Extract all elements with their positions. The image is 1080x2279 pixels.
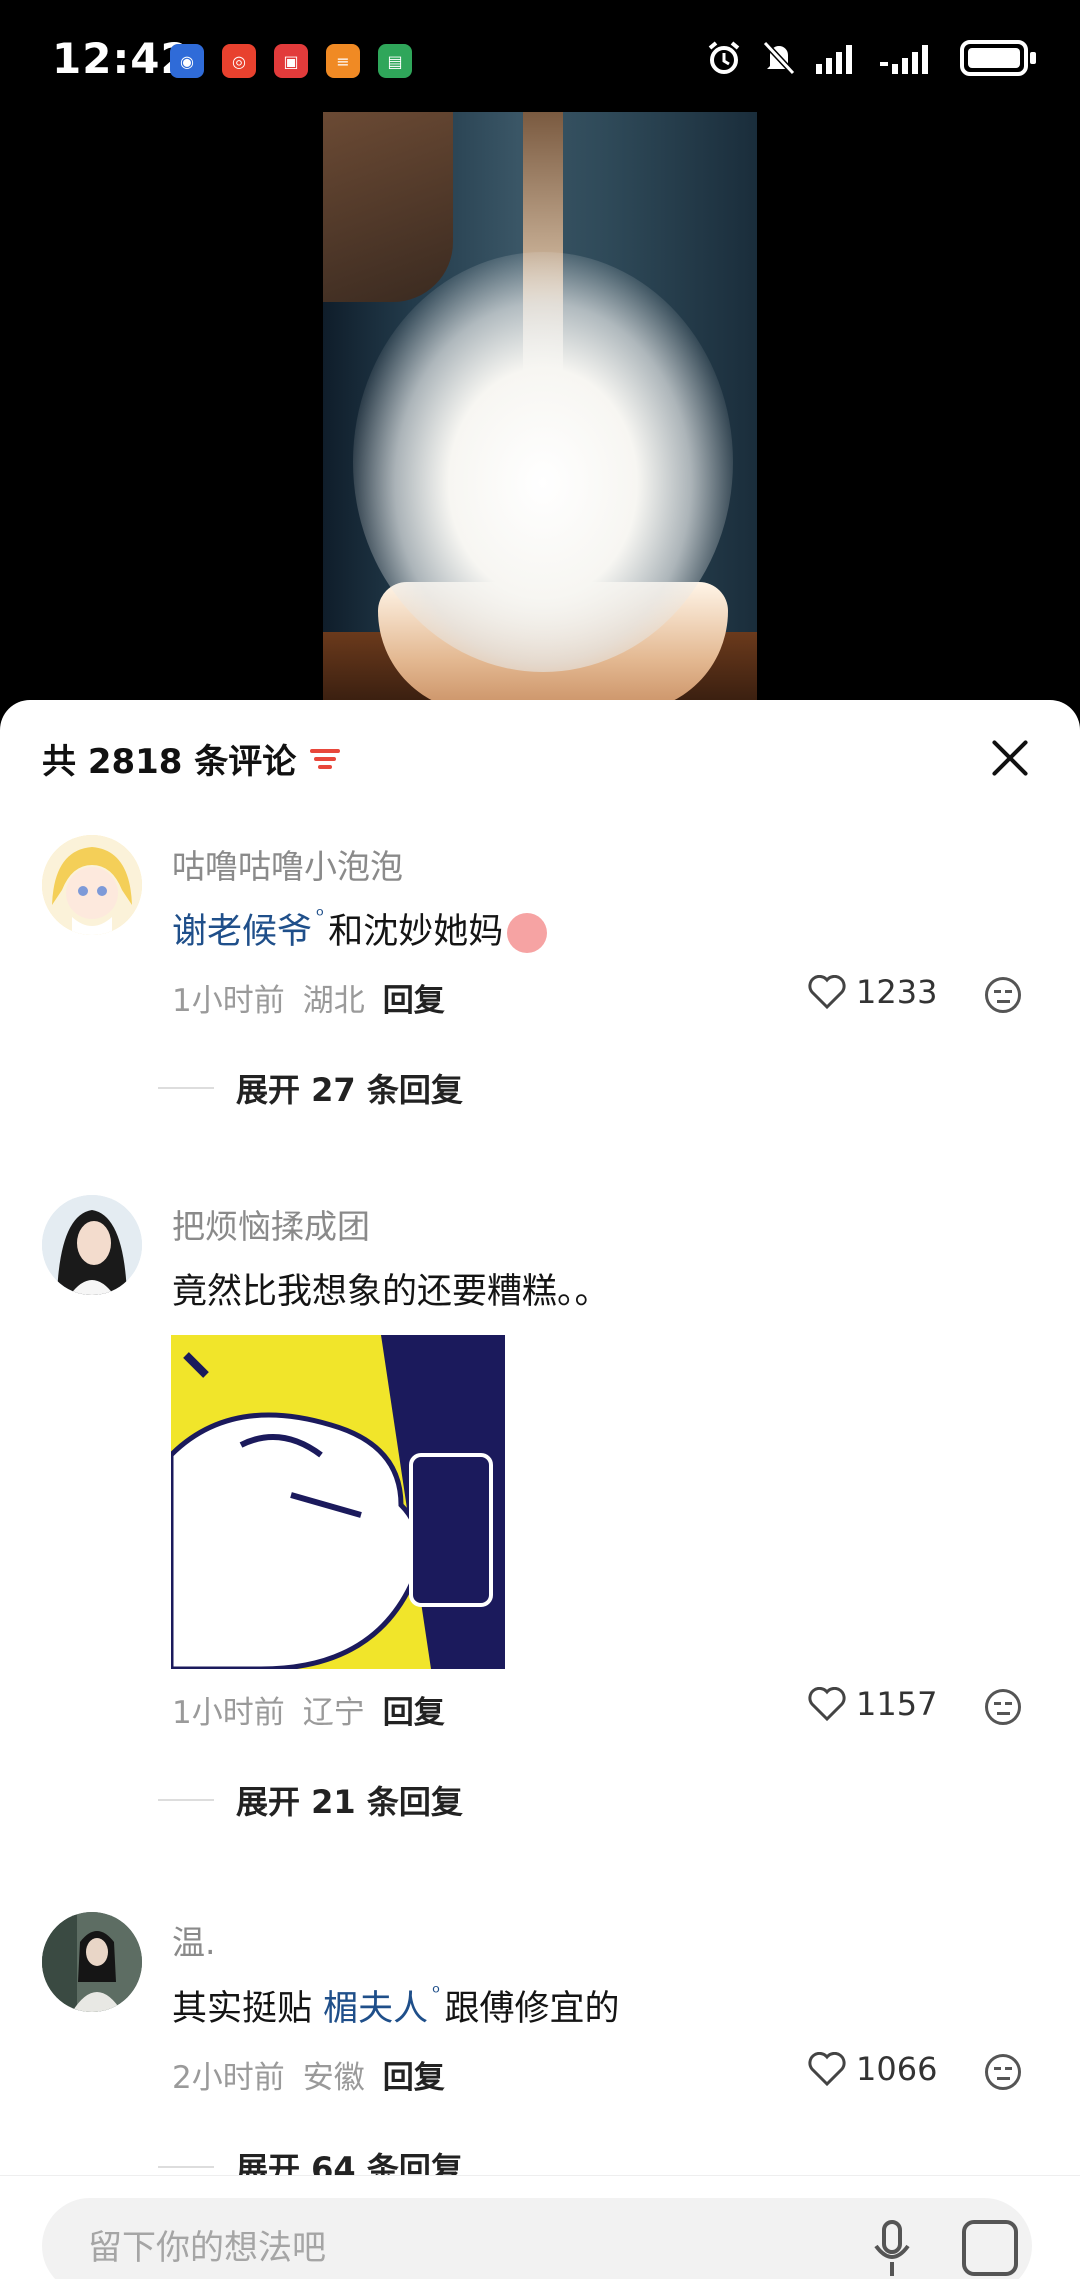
comment-time: 1小时前 bbox=[172, 1695, 285, 1731]
comment-location: 安徽 bbox=[302, 2060, 365, 2096]
comment-location: 湖北 bbox=[302, 983, 365, 1019]
alarm-icon bbox=[708, 41, 740, 74]
mute-bell-icon bbox=[762, 40, 796, 76]
comment-count: 共 2818 条评论 bbox=[42, 742, 297, 782]
video-player[interactable] bbox=[323, 112, 757, 702]
like-count: 1157 bbox=[856, 1685, 938, 1723]
video-ladle bbox=[323, 112, 453, 302]
comment-text: 竟然比我想象的还要糟糕。。 bbox=[172, 1272, 610, 1312]
reply-button[interactable]: 回复 bbox=[383, 2052, 445, 2097]
comment-body: 和沈妙她妈 bbox=[328, 912, 504, 952]
system-status-icons bbox=[706, 40, 1036, 76]
weibo-icon: ◎ bbox=[222, 44, 256, 78]
like-count: 1233 bbox=[856, 973, 938, 1011]
comment-time: 2小时前 bbox=[172, 2060, 285, 2096]
dislike-icon[interactable] bbox=[985, 2054, 1021, 2090]
comment-meta: 1小时前 湖北 回复 bbox=[172, 975, 445, 1020]
blue-app-icon: ◉ bbox=[170, 44, 204, 78]
comment-mention[interactable]: 谢老候爷 bbox=[172, 912, 312, 952]
reply-button[interactable]: 回复 bbox=[383, 975, 445, 1020]
comment-sticker-image[interactable] bbox=[171, 1335, 505, 1669]
comment-mention[interactable]: 楣夫人 bbox=[323, 1989, 428, 2029]
divider-line bbox=[158, 1087, 214, 1089]
comment-username[interactable]: 温. bbox=[172, 1916, 216, 1964]
notification-app-icons: ◉ ◎ ▣ ≡ ▤ bbox=[170, 44, 412, 78]
like-button[interactable]: 1233 bbox=[808, 973, 937, 1011]
sort-icon[interactable] bbox=[310, 745, 344, 773]
comment-sheet: 共 2818 条评论 咕噜咕噜小泡泡 谢老候爷 ᵒ 和沈妙她妈 1小时前 湖北 … bbox=[0, 700, 1080, 2279]
like-count: 1066 bbox=[856, 2050, 938, 2088]
microphone-icon[interactable] bbox=[872, 2220, 912, 2279]
comment-text: 谢老候爷 ᵒ 和沈妙她妈 bbox=[172, 903, 548, 954]
heart-icon bbox=[808, 2052, 846, 2086]
expand-replies-button[interactable]: 展开 27 条回复 bbox=[158, 1065, 463, 1111]
comment-username[interactable]: 把烦恼揉成团 bbox=[172, 1200, 370, 1248]
reply-button[interactable]: 回复 bbox=[383, 1687, 445, 1732]
comment-time: 1小时前 bbox=[172, 983, 285, 1019]
expand-replies-button[interactable]: 展开 21 条回复 bbox=[158, 1777, 463, 1823]
dislike-icon[interactable] bbox=[985, 1689, 1021, 1725]
dislike-icon[interactable] bbox=[985, 977, 1021, 1013]
comment-sheet-header: 共 2818 条评论 bbox=[42, 734, 344, 783]
expand-replies-label: 展开 27 条回复 bbox=[236, 1071, 463, 1109]
comment-meta: 2小时前 安徽 回复 bbox=[172, 2052, 445, 2097]
avatar[interactable] bbox=[42, 835, 142, 935]
status-bar: 12:42 ◉ ◎ ▣ ≡ ▤ bbox=[0, 0, 1080, 110]
expand-replies-label: 展开 21 条回复 bbox=[236, 1783, 463, 1821]
comment-body-2: 跟傅修宜的 bbox=[444, 1989, 620, 2029]
heart-icon bbox=[808, 1687, 846, 1721]
close-icon[interactable] bbox=[988, 736, 1032, 780]
orange-app-icon: ≡ bbox=[326, 44, 360, 78]
comment-input[interactable]: 留下你的想法吧 bbox=[42, 2198, 1032, 2279]
comment-input-bar: 留下你的想法吧 bbox=[0, 2175, 1080, 2279]
video-steam bbox=[353, 252, 733, 672]
comment-text: 其实挺贴 楣夫人 ᵒ 跟傅修宜的 bbox=[172, 1980, 619, 2031]
signal-2-icon bbox=[880, 45, 928, 74]
divider-line bbox=[158, 1799, 214, 1801]
heart-icon bbox=[808, 975, 846, 1009]
sweating-face-emoji-icon bbox=[507, 913, 548, 953]
comment-body: 其实挺贴 bbox=[172, 1989, 313, 2029]
comment-input-placeholder: 留下你的想法吧 bbox=[88, 2228, 326, 2268]
divider-line bbox=[158, 2166, 214, 2168]
red-app-icon: ▣ bbox=[274, 44, 308, 78]
signal-1-icon bbox=[816, 45, 852, 74]
green-app-icon: ▤ bbox=[378, 44, 412, 78]
comment-meta: 1小时前 辽宁 回复 bbox=[172, 1687, 445, 1732]
comment-username[interactable]: 咕噜咕噜小泡泡 bbox=[172, 840, 403, 888]
battery-icon bbox=[960, 40, 1036, 76]
screen: 12:42 ◉ ◎ ▣ ≡ ▤ 共 2818 条评论 咕噜咕噜小泡泡 谢老候爷 … bbox=[0, 0, 1080, 2279]
like-button[interactable]: 1157 bbox=[808, 1685, 937, 1723]
like-button[interactable]: 1066 bbox=[808, 2050, 937, 2088]
image-picker-icon[interactable] bbox=[962, 2220, 1018, 2276]
comment-location: 辽宁 bbox=[302, 1695, 365, 1731]
avatar[interactable] bbox=[42, 1912, 142, 2012]
search-mark-icon: ᵒ bbox=[316, 903, 325, 927]
search-mark-icon: ᵒ bbox=[432, 1980, 441, 2004]
avatar[interactable] bbox=[42, 1195, 142, 1295]
